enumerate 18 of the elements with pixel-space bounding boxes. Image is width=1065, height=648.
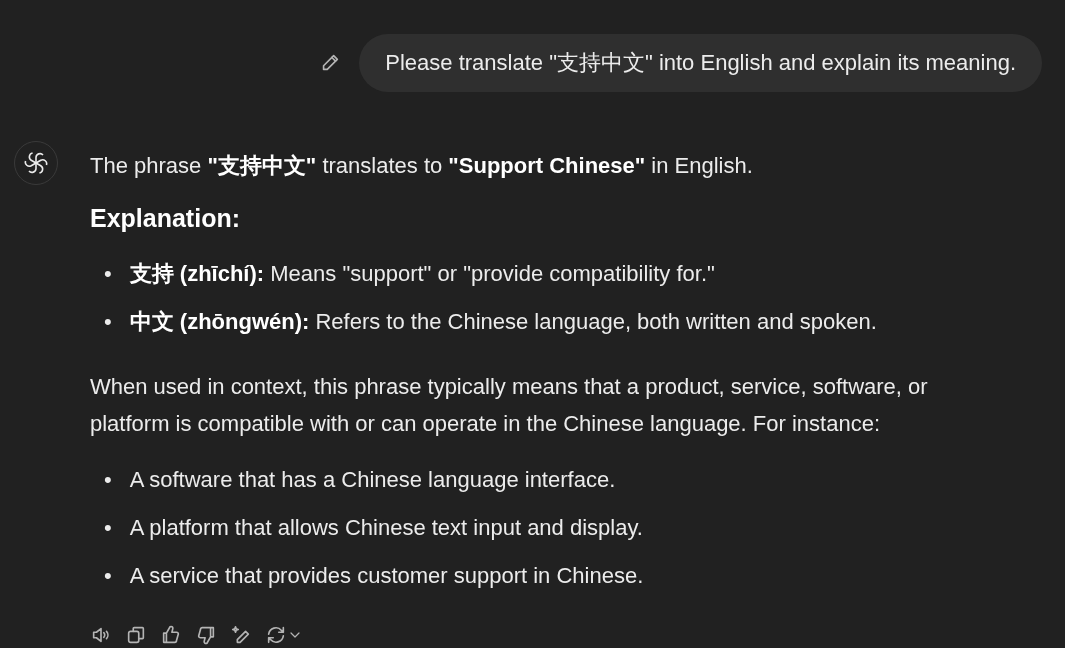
response-paragraph: When used in context, this phrase typically means that a product, service, software, or platform is compatible with or can operate in the Chinese language. For instance: [90, 373, 929, 438]
section-heading: Explanation: [90, 203, 241, 234]
bullet-marker: • [104, 514, 112, 542]
bullet-marker: • [104, 260, 112, 288]
bullet-marker: • [104, 308, 112, 336]
thumbs-up-icon[interactable] [160, 624, 182, 646]
bullet-item: A service that provides customer support in Chinese. [129, 562, 644, 590]
bullet-item: 支持 (zhīchí): Means "support" or "provide compatibility for." [129, 260, 715, 288]
bullet-item: A platform that allows Chinese text input and display. [129, 514, 643, 542]
sparkle-pencil-icon[interactable] [230, 624, 252, 646]
copy-icon[interactable] [125, 624, 147, 646]
bullet-marker: • [104, 562, 112, 590]
bullet-item: 中文 (zhōngwén): Refers to the Chinese language, both written and spoken. [129, 308, 877, 336]
bullet-item: A software that has a Chinese language interface. [129, 466, 616, 494]
thumbs-down-icon[interactable] [195, 624, 217, 646]
bullet-marker: • [104, 466, 112, 494]
response-paragraph: The phrase "支持中文" translates to "Support Chinese" in English. [90, 152, 754, 180]
user-message: Please translate "支持中文" into English and explain its meaning. [359, 34, 1042, 92]
